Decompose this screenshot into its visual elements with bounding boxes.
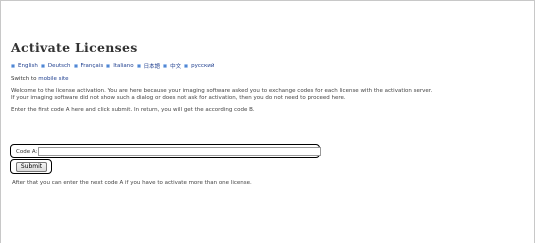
main-content: Activate Licenses English Deutsch França… <box>11 40 526 119</box>
language-deutsch[interactable]: Deutsch <box>40 63 71 69</box>
language-label[interactable]: Deutsch <box>48 63 71 69</box>
bullet-icon <box>11 64 15 68</box>
language-label[interactable]: 中文 <box>170 62 181 70</box>
language-label[interactable]: Français <box>81 63 104 69</box>
instruction-paragraph: Enter the first code A here and click su… <box>11 107 255 113</box>
switch-prefix: Switch to <box>11 76 37 82</box>
language-label[interactable]: Italiano <box>113 63 133 69</box>
code-a-input[interactable] <box>38 147 321 156</box>
submit-highlight: Submit <box>10 159 52 174</box>
language-chinese[interactable]: 中文 <box>163 62 181 70</box>
bullet-icon <box>184 64 189 68</box>
language-label[interactable]: русский <box>191 63 214 69</box>
code-a-row: Code A: <box>10 144 321 158</box>
bullet-icon <box>136 64 141 68</box>
language-list: English Deutsch Français Italiano 日本語 中文… <box>11 62 526 70</box>
welcome-line-2: If your imaging software did not show su… <box>11 95 346 101</box>
bullet-icon <box>106 64 111 68</box>
language-japanese[interactable]: 日本語 <box>136 62 161 70</box>
language-italiano[interactable]: Italiano <box>106 63 134 69</box>
language-english[interactable]: English <box>11 63 38 69</box>
page-frame <box>0 0 535 243</box>
page-title: Activate Licenses <box>11 40 138 55</box>
welcome-paragraph: Welcome to the license activation. You a… <box>11 88 526 102</box>
bullet-icon <box>163 64 168 68</box>
code-a-label: Code A: <box>16 148 38 155</box>
language-label[interactable]: 日本語 <box>144 62 161 70</box>
mobile-switch: Switch to mobile site <box>11 76 526 82</box>
after-text: After that you can enter the next code A… <box>12 180 252 186</box>
language-russian[interactable]: русский <box>184 63 214 69</box>
welcome-line-1: Welcome to the license activation. You a… <box>11 88 433 94</box>
bullet-icon <box>40 64 45 68</box>
language-francais[interactable]: Français <box>73 63 104 69</box>
language-label[interactable]: English <box>18 63 38 69</box>
mobile-site-link[interactable]: mobile site <box>38 76 68 82</box>
bullet-icon <box>73 64 78 68</box>
submit-button[interactable]: Submit <box>16 162 47 172</box>
